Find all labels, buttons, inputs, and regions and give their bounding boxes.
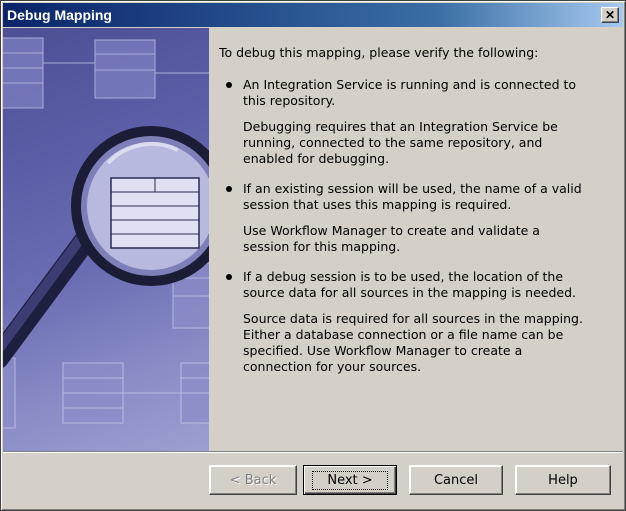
help-button[interactable]: Help (515, 465, 611, 495)
wizard-illustration (3, 28, 209, 451)
bullet-icon (226, 186, 232, 192)
back-button-label: < Back (229, 472, 277, 488)
intro-text: To debug this mapping, please verify the… (219, 45, 539, 60)
cancel-button-label: Cancel (433, 472, 479, 488)
checklist-item-debug-session: If a debug session is to be used, the lo… (219, 269, 589, 301)
bullet-icon (226, 82, 232, 88)
wizard-content: To debug this mapping, please verify the… (219, 45, 589, 389)
window-title: Debug Mapping (7, 7, 112, 23)
bullet-icon (226, 274, 232, 280)
cancel-button[interactable]: Cancel (409, 465, 503, 495)
checklist-item-detail: Source data is required for all sources … (243, 311, 583, 374)
help-button-label: Help (548, 472, 578, 488)
next-button-label: Next > (312, 470, 388, 490)
checklist-item-integration-service: An Integration Service is running and is… (219, 77, 589, 109)
button-separator (3, 451, 623, 453)
debug-mapping-dialog: Debug Mapping ✕ To debug this mapping, p… (0, 0, 626, 511)
close-button[interactable]: ✕ (601, 7, 619, 23)
close-icon: ✕ (604, 8, 616, 22)
checklist-item-existing-session: If an existing session will be used, the… (219, 181, 589, 213)
checklist-item-detail: Debugging requires that an Integration S… (243, 119, 558, 166)
magnifying-glass-mapping-icon (3, 37, 209, 429)
checklist-item-detail: Use Workflow Manager to create and valid… (243, 223, 540, 254)
checklist-item-text: An Integration Service is running and is… (243, 77, 577, 108)
title-bar[interactable]: Debug Mapping ✕ (3, 3, 623, 27)
checklist-item-text: If an existing session will be used, the… (243, 181, 582, 212)
checklist-item-text: If a debug session is to be used, the lo… (243, 269, 577, 300)
back-button[interactable]: < Back (209, 465, 297, 495)
next-button[interactable]: Next > (303, 465, 397, 495)
